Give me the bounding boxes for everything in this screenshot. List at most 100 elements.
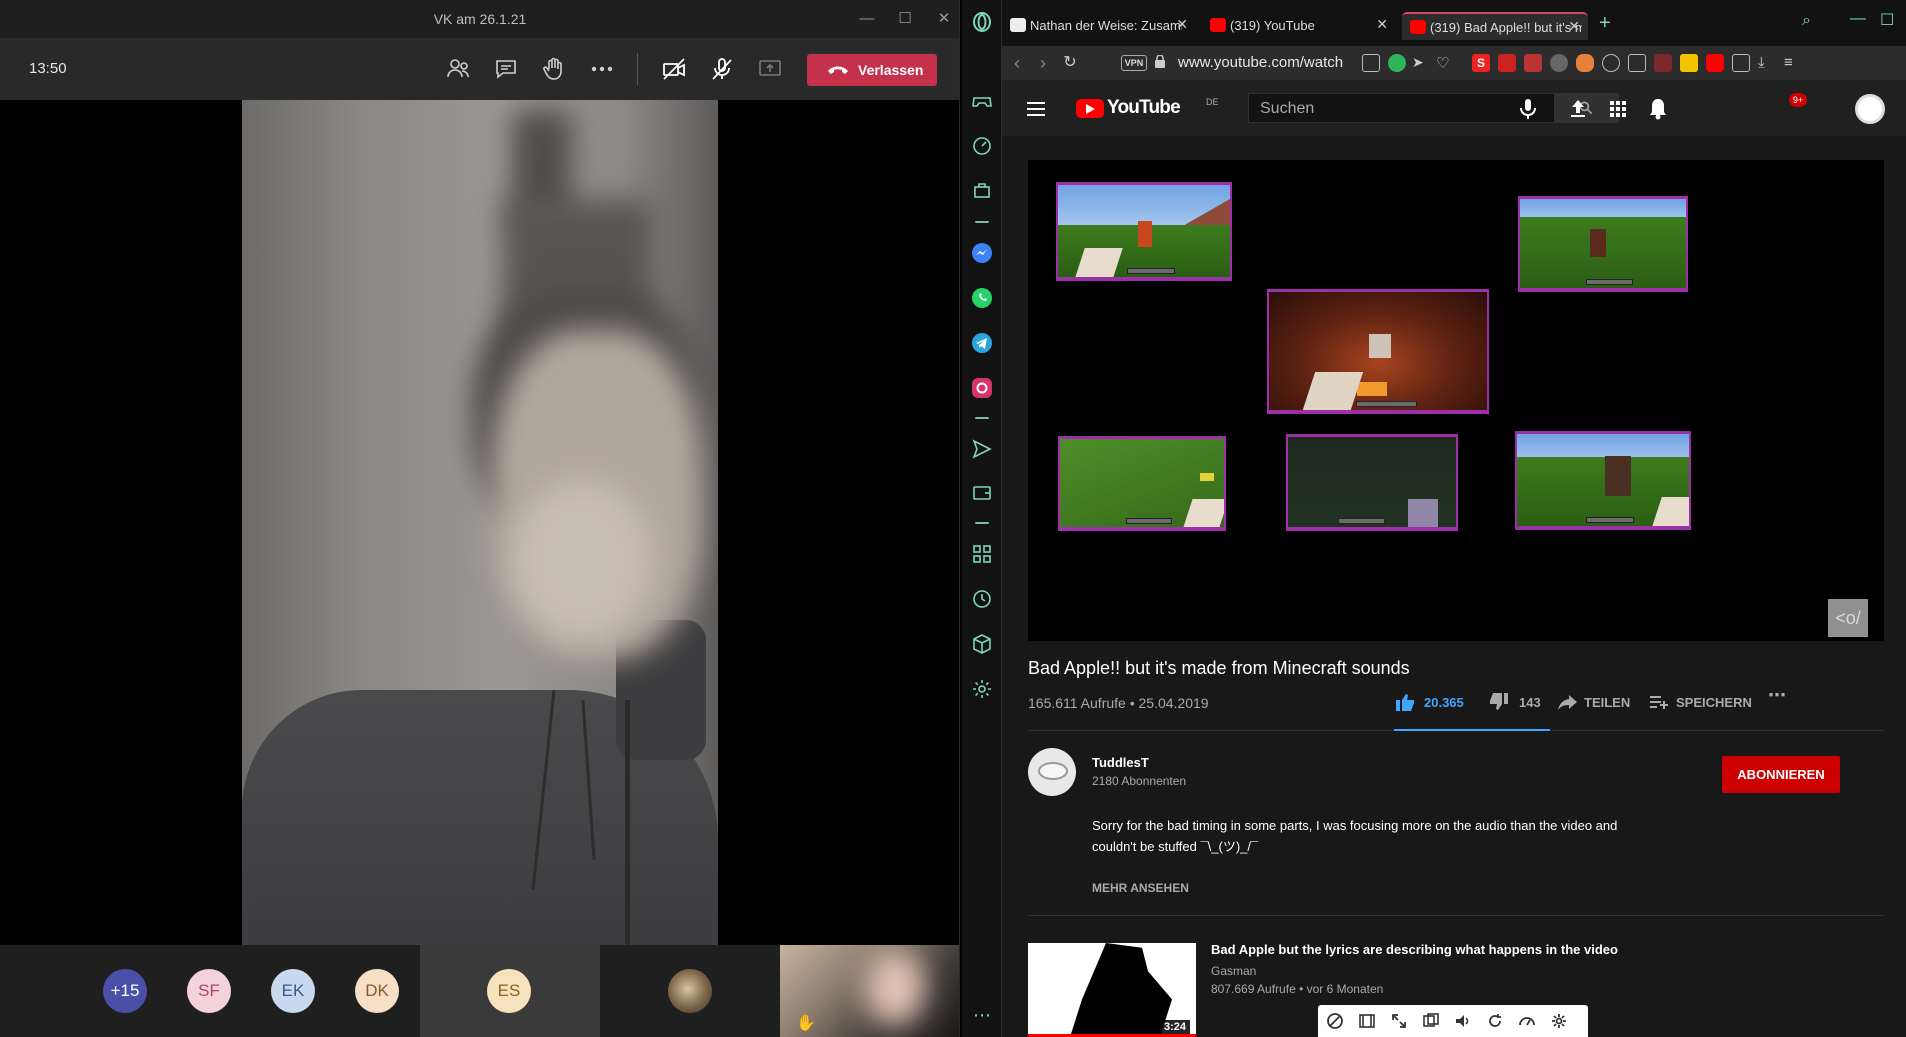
tab-close-icon[interactable]: ✕	[1568, 18, 1580, 35]
recommended-channel[interactable]: Gasman	[1211, 964, 1256, 978]
channel-name[interactable]: TuddlesT	[1092, 755, 1149, 770]
extension-orange-icon[interactable]	[1576, 54, 1594, 72]
tab-nathan[interactable]: Nathan der Weise: Zusamm ✕	[1002, 12, 1196, 40]
self-video-preview[interactable]: ✋	[780, 945, 959, 1037]
speed-limiter-icon[interactable]	[970, 134, 994, 158]
minimize-icon[interactable]: —	[855, 7, 879, 31]
more-options-icon[interactable]	[589, 56, 615, 82]
player-overlay-logo: <o/	[1828, 599, 1868, 637]
extension-red-icon[interactable]	[1498, 54, 1516, 72]
tab-close-icon[interactable]: ✕	[1376, 16, 1388, 33]
window-minimize-icon[interactable]: —	[1850, 10, 1866, 28]
participants-icon[interactable]	[445, 56, 471, 82]
raise-hand-icon[interactable]	[541, 56, 567, 82]
camera-off-icon[interactable]	[661, 56, 687, 82]
send-tab-icon[interactable]: ➤	[1412, 54, 1430, 72]
participant-avatar[interactable]: EK	[271, 969, 315, 1013]
vpn-badge[interactable]: VPN	[1121, 55, 1147, 71]
participant-video[interactable]	[242, 100, 718, 945]
speed-icon[interactable]	[1518, 1012, 1536, 1030]
account-avatar[interactable]	[1855, 94, 1885, 124]
participant-photo-avatar[interactable]	[668, 969, 712, 1013]
extension-cube-icon[interactable]	[1654, 54, 1672, 72]
apps-grid-icon[interactable]	[1605, 96, 1631, 122]
voice-search-icon[interactable]	[1515, 96, 1541, 122]
chat-icon[interactable]	[493, 56, 519, 82]
recommended-title[interactable]: Bad Apple but the lyrics are describing …	[1211, 942, 1618, 957]
participant-avatar[interactable]: SF	[187, 969, 231, 1013]
telegram-icon[interactable]	[970, 331, 994, 355]
settings-gear-icon[interactable]	[1550, 1012, 1568, 1030]
snapshot-icon[interactable]	[1362, 54, 1380, 72]
block-icon[interactable]	[1326, 1012, 1344, 1030]
youtube-favicon-icon	[1210, 18, 1226, 32]
participant-avatar[interactable]: DK	[355, 969, 399, 1013]
notifications-bell-icon[interactable]	[1645, 96, 1671, 122]
upload-icon[interactable]	[1565, 96, 1591, 122]
search-input[interactable]: Suchen	[1248, 93, 1555, 123]
speed-dial-icon[interactable]	[970, 542, 994, 566]
channel-avatar[interactable]	[1028, 748, 1076, 796]
mic-off-icon[interactable]	[709, 56, 735, 82]
tab-youtube-home[interactable]: (319) YouTube ✕	[1202, 12, 1396, 40]
controller-icon[interactable]	[970, 89, 994, 113]
tab-bad-apple[interactable]: (319) Bad Apple!! but it's m ✕	[1402, 12, 1588, 40]
video-stage	[0, 100, 959, 945]
extensions-box-icon[interactable]	[1732, 54, 1750, 72]
menu-icon[interactable]: ≡	[1784, 54, 1802, 72]
opera-gx-logo-icon[interactable]	[970, 10, 994, 34]
extension-w-icon[interactable]	[1680, 54, 1698, 72]
extension-badge-icon[interactable]	[1628, 54, 1646, 72]
subscribe-button[interactable]: ABONNIEREN	[1722, 756, 1840, 793]
wallet-icon[interactable]	[970, 481, 994, 505]
extension-block-icon[interactable]	[1524, 54, 1542, 72]
film-icon[interactable]	[1358, 1012, 1376, 1030]
settings-icon[interactable]	[970, 677, 994, 701]
reload-icon[interactable]: ↻	[1059, 52, 1081, 74]
extension-bulb-icon[interactable]	[1550, 54, 1568, 72]
maximize-icon[interactable]: ☐	[893, 7, 917, 31]
meeting-clock: 13:50	[29, 60, 67, 77]
adblock-shield-icon[interactable]	[1388, 54, 1406, 72]
back-icon[interactable]: ‹	[1006, 52, 1028, 74]
extension-s-icon[interactable]: S	[1472, 54, 1490, 72]
video-player[interactable]: <o/	[1028, 160, 1884, 641]
participant-avatar-more[interactable]: +15	[103, 969, 147, 1013]
download-icon[interactable]: ⤓	[1758, 54, 1776, 72]
extension-youtube-icon[interactable]	[1706, 54, 1724, 72]
volume-icon[interactable]	[1454, 1012, 1472, 1030]
url-field[interactable]: www.youtube.com/watch	[1178, 54, 1343, 71]
heart-icon[interactable]: ♡	[1436, 54, 1454, 72]
messenger-icon[interactable]	[970, 241, 994, 265]
fullscreen-icon[interactable]	[1390, 1012, 1408, 1030]
more-sidebar-icon[interactable]: ⋯	[970, 1006, 994, 1032]
more-actions-icon[interactable]: ⋯	[1768, 685, 1792, 706]
instagram-icon[interactable]	[970, 376, 994, 400]
participants-strip: +15 SF EK DK ES ✋	[0, 945, 959, 1037]
close-icon[interactable]: ✕	[932, 7, 956, 31]
leave-button[interactable]: Verlassen	[807, 54, 937, 86]
history-icon[interactable]	[970, 587, 994, 611]
recommended-thumbnail[interactable]: 3:24	[1028, 943, 1196, 1037]
show-more-button[interactable]: MEHR ANSEHEN	[1092, 881, 1189, 895]
pip-icon[interactable]	[1422, 1012, 1440, 1030]
tab-close-icon[interactable]: ✕	[1176, 16, 1188, 33]
tab-strip: Nathan der Weise: Zusamm ✕ (319) YouTube…	[1002, 0, 1906, 46]
tab-search-icon[interactable]: ⌕	[1802, 12, 1811, 30]
extensions-icon[interactable]	[970, 632, 994, 656]
participant-avatar[interactable]: ES	[487, 969, 531, 1013]
video-extension-toolbar	[1318, 1005, 1588, 1037]
forward-icon[interactable]: ›	[1032, 52, 1054, 74]
window-maximize-icon[interactable]: ☐	[1880, 10, 1894, 30]
send-icon[interactable]	[970, 437, 994, 461]
share-screen-icon[interactable]	[757, 56, 783, 82]
hamburger-menu-icon[interactable]	[1023, 96, 1049, 122]
youtube-page: YouTube DE Suchen 9+ <o/ Bad Apple!! but…	[1002, 80, 1906, 1037]
twitch-icon[interactable]	[970, 179, 994, 203]
new-tab-icon[interactable]: +	[1599, 12, 1611, 35]
loop-icon[interactable]	[1486, 1012, 1504, 1030]
description-line: Sorry for the bad timing in some parts, …	[1092, 818, 1618, 833]
info-icon[interactable]	[1602, 54, 1620, 72]
whatsapp-icon[interactable]	[970, 286, 994, 310]
participant-initials: SF	[198, 981, 220, 1000]
